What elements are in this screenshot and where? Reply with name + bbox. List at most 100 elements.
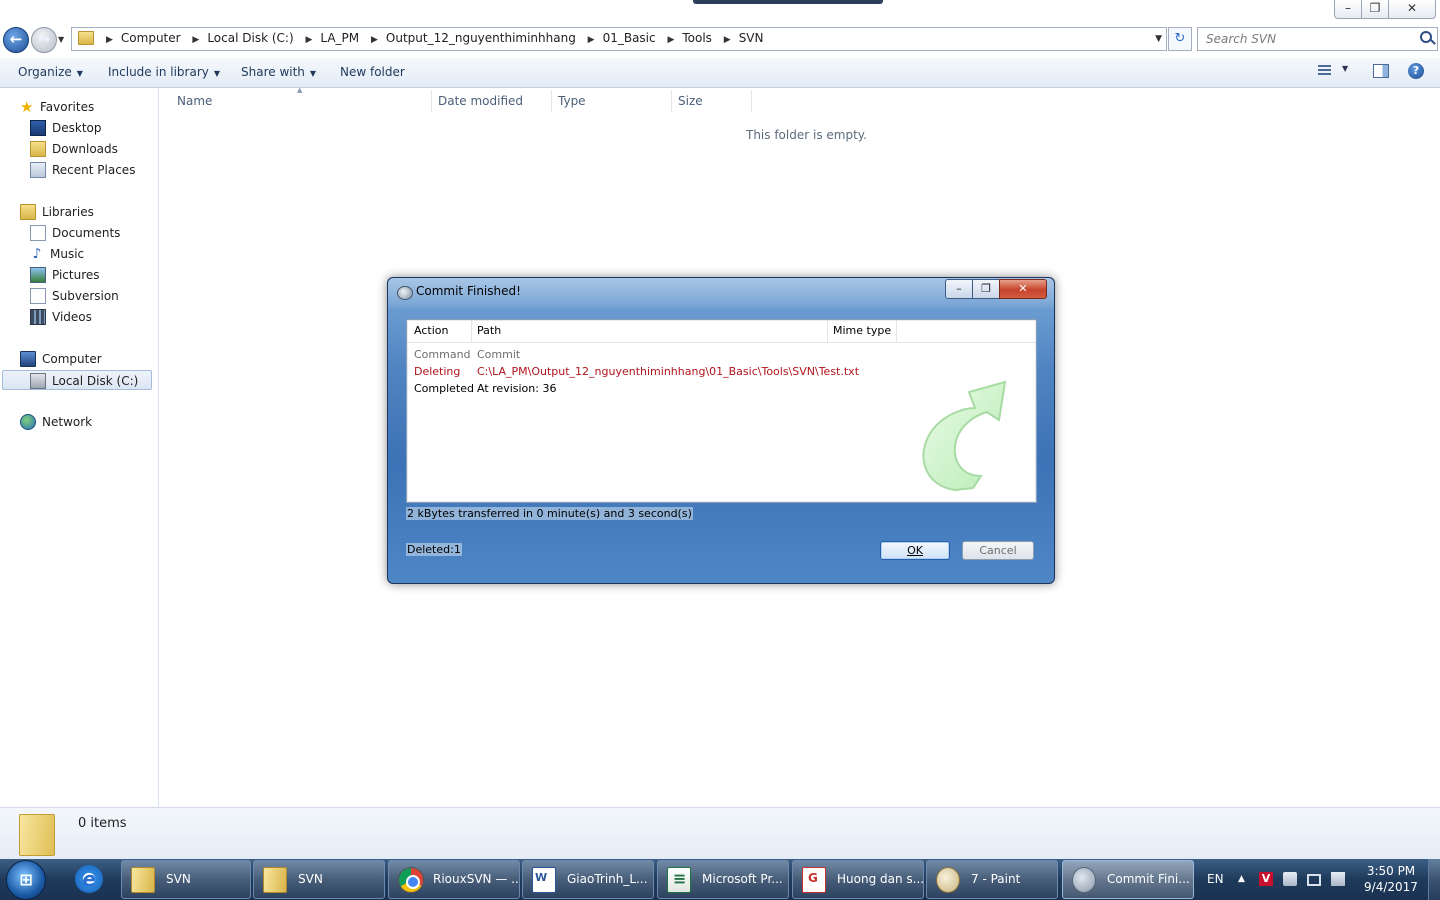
- taskbar: ⊞ e SVN SVN RiouxSVN — ... GiaoTrinh_L..…: [0, 859, 1440, 900]
- sidebar-item-computer[interactable]: Computer: [20, 349, 102, 369]
- sidebar-item-subversion[interactable]: Subversion: [30, 286, 119, 306]
- taskbar-button-commit-finished[interactable]: Commit Fini...: [1062, 860, 1194, 899]
- sidebar-item-libraries[interactable]: Libraries: [20, 202, 94, 222]
- network-status-icon[interactable]: [1307, 874, 1321, 886]
- column-header-path[interactable]: Path: [477, 320, 501, 342]
- sidebar-item-recent-places[interactable]: Recent Places: [30, 160, 135, 180]
- commit-results-list[interactable]: Action Path Mime type Command Commit Del…: [406, 319, 1037, 503]
- window-close-button[interactable]: ✕: [1388, 0, 1436, 19]
- taskbar-button-svn-1[interactable]: SVN: [121, 860, 251, 899]
- show-desktop-button[interactable]: [1428, 859, 1440, 900]
- chevron-right-icon[interactable]: ▶: [724, 35, 731, 45]
- change-view-icon[interactable]: [1318, 63, 1334, 81]
- sidebar-item-label: Music: [50, 247, 85, 261]
- sidebar-item-local-disk[interactable]: Local Disk (C:): [2, 370, 152, 390]
- taskbar-button-svn-2[interactable]: SVN: [253, 860, 385, 899]
- start-button[interactable]: ⊞: [6, 860, 46, 900]
- view-options-dropdown[interactable]: ▼: [1342, 64, 1348, 82]
- search-icon[interactable]: [1420, 31, 1432, 43]
- dialog-maximize-button[interactable]: ❐: [972, 279, 1000, 299]
- preview-pane-icon[interactable]: [1373, 64, 1389, 78]
- column-header-date-modified[interactable]: Date modified: [438, 90, 523, 112]
- column-header-type[interactable]: Type: [558, 90, 586, 112]
- show-hidden-icons-button[interactable]: ▲: [1238, 859, 1245, 900]
- forward-button[interactable]: →: [31, 27, 57, 53]
- organize-menu[interactable]: Organize ▼: [18, 58, 83, 87]
- chevron-right-icon[interactable]: ▶: [667, 35, 674, 45]
- recent-pages-dropdown[interactable]: ▼: [58, 35, 64, 44]
- address-history-dropdown[interactable]: ▼: [1155, 28, 1162, 50]
- sidebar-item-desktop[interactable]: Desktop: [30, 118, 102, 138]
- chevron-right-icon[interactable]: ▶: [106, 35, 113, 45]
- sidebar-item-music[interactable]: ♪ Music: [30, 244, 85, 264]
- taskbar-button-paint[interactable]: 7 - Paint: [926, 860, 1058, 899]
- action-center-icon[interactable]: [1283, 872, 1297, 886]
- window-maximize-button[interactable]: ❐: [1361, 0, 1389, 19]
- network-icon: [20, 413, 36, 430]
- sidebar-item-favorites[interactable]: ★ Favorites: [20, 97, 94, 117]
- column-divider[interactable]: [751, 90, 752, 112]
- taskbar-button-label: Commit Fini...: [1107, 872, 1190, 886]
- address-bar[interactable]: ▶ Computer ▶ Local Disk (C:) ▶ LA_PM ▶ Outpu…: [71, 27, 1167, 51]
- back-button[interactable]: ←: [3, 27, 29, 53]
- breadcrumb-svn[interactable]: SVN: [739, 31, 764, 45]
- taskbar-button-label: GiaoTrinh_L...: [567, 872, 648, 886]
- tortoisesvn-icon: [1072, 867, 1096, 893]
- sidebar-item-documents[interactable]: Documents: [30, 223, 120, 243]
- breadcrumb-tools[interactable]: Tools: [682, 31, 712, 45]
- language-indicator[interactable]: EN: [1207, 859, 1224, 900]
- header-divider: [407, 342, 1036, 343]
- column-divider[interactable]: [896, 320, 897, 342]
- commit-arrow-watermark-icon: [922, 380, 1007, 492]
- breadcrumb-local-disk[interactable]: Local Disk (C:): [207, 31, 293, 45]
- chevron-right-icon[interactable]: ▶: [192, 35, 199, 45]
- internet-explorer-button[interactable]: e: [62, 860, 116, 898]
- downloads-folder-icon: [30, 140, 46, 157]
- breadcrumb-basic[interactable]: 01_Basic: [603, 31, 656, 45]
- dialog-minimize-button[interactable]: –: [945, 279, 973, 299]
- help-icon[interactable]: ?: [1408, 63, 1424, 79]
- column-header-size[interactable]: Size: [678, 90, 703, 112]
- breadcrumb-computer[interactable]: Computer: [121, 31, 181, 45]
- column-divider[interactable]: [671, 90, 672, 112]
- include-in-library-menu[interactable]: Include in library ▼: [108, 58, 220, 87]
- search-box[interactable]: [1197, 27, 1438, 51]
- column-header-name[interactable]: Name: [177, 90, 212, 112]
- commit-finished-dialog: Commit Finished! – ❐ ✕ Action Path Mime …: [387, 277, 1055, 584]
- refresh-button[interactable]: ↻: [1168, 27, 1192, 51]
- share-with-menu[interactable]: Share with ▼: [241, 58, 316, 87]
- new-folder-button[interactable]: New folder: [340, 58, 405, 87]
- column-header-mime-type[interactable]: Mime type: [833, 320, 891, 342]
- sidebar-item-network[interactable]: Network: [20, 412, 92, 432]
- sidebar-item-label: Desktop: [52, 121, 102, 135]
- chevron-right-icon[interactable]: ▶: [305, 35, 312, 45]
- column-header-action[interactable]: Action: [414, 320, 448, 342]
- taskbar-button-word[interactable]: GiaoTrinh_L...: [522, 860, 654, 899]
- dialog-close-button[interactable]: ✕: [999, 279, 1047, 299]
- taskbar-button-project[interactable]: Microsoft Pr...: [657, 860, 789, 899]
- sidebar-item-downloads[interactable]: Downloads: [30, 139, 118, 159]
- search-input[interactable]: [1204, 30, 1418, 48]
- item-count: 0 items: [78, 816, 127, 831]
- cancel-button[interactable]: Cancel: [962, 541, 1034, 560]
- column-divider[interactable]: [551, 90, 552, 112]
- chevron-right-icon[interactable]: ▶: [371, 35, 378, 45]
- subversion-library-icon: [30, 287, 46, 304]
- taskbar-button-chrome[interactable]: RiouxSVN — ...: [388, 860, 520, 899]
- column-divider[interactable]: [431, 90, 432, 112]
- clock[interactable]: 3:50 PM 9/4/2017: [1364, 863, 1418, 895]
- window-minimize-button[interactable]: –: [1334, 0, 1362, 19]
- breadcrumb-la-pm[interactable]: LA_PM: [320, 31, 359, 45]
- star-icon: ★: [20, 97, 34, 116]
- column-divider[interactable]: [827, 320, 828, 342]
- chevron-right-icon[interactable]: ▶: [588, 35, 595, 45]
- volume-icon[interactable]: [1331, 872, 1345, 886]
- antivirus-tray-icon[interactable]: V: [1259, 872, 1273, 886]
- sidebar-item-videos[interactable]: Videos: [30, 307, 92, 327]
- document-viewer-icon: [802, 867, 826, 893]
- sidebar-item-pictures[interactable]: Pictures: [30, 265, 100, 285]
- ok-button[interactable]: OK: [880, 541, 950, 560]
- column-divider[interactable]: [471, 320, 472, 342]
- taskbar-button-guide[interactable]: Huong dan s...: [792, 860, 924, 899]
- breadcrumb-output[interactable]: Output_12_nguyenthiminhhang: [386, 31, 576, 45]
